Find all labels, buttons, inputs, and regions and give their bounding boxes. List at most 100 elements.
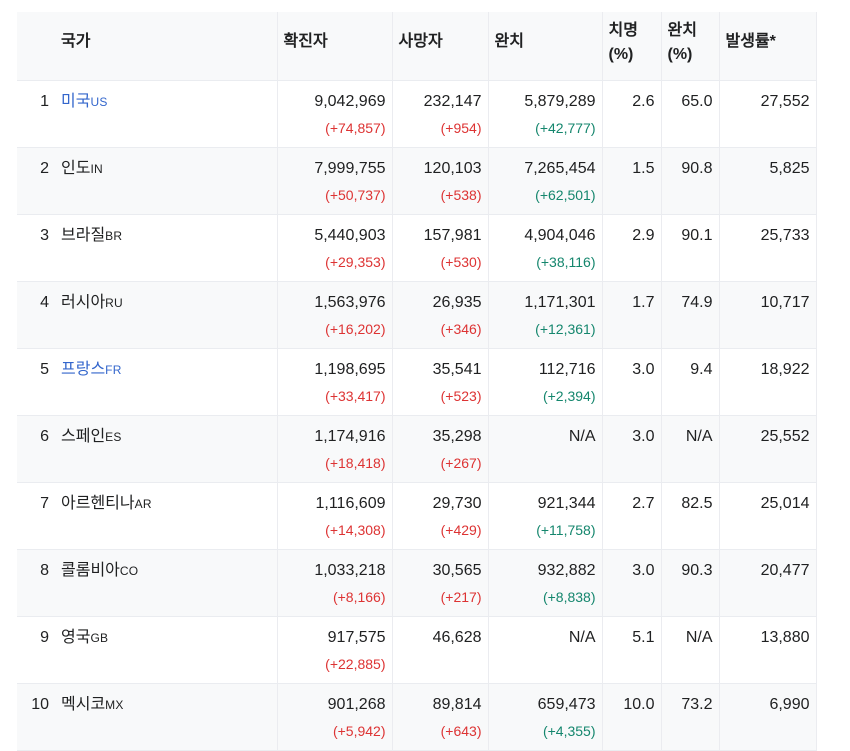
rank-cell: 5 [17, 348, 55, 416]
rank-cell: 4 [17, 281, 55, 349]
table-row: 4 러시아RU 1,563,976 (+16,202) 26,935 (+346) 1,17… [17, 281, 817, 349]
country-code: RU [105, 295, 123, 310]
country-name-text: 러시아 [61, 293, 106, 311]
recovered-value: 4,904,046 [524, 226, 596, 244]
confirmed-delta: (+5,942) [332, 722, 386, 739]
recovered-delta: (+8,838) [542, 588, 596, 605]
fatality-cell: 10.0 [602, 683, 662, 751]
deaths-cell: 89,814 (+643) [392, 683, 489, 751]
country-header: 국가 [55, 12, 278, 81]
deaths-delta: (+346) [440, 320, 482, 337]
confirmed-header: 확진자 [277, 12, 393, 81]
table-row: 8 콜롬비아CO 1,033,218 (+8,166) 30,565 (+217) 932,… [17, 549, 817, 617]
country-cell: 콜롬비아CO [55, 549, 278, 617]
confirmed-value: 1,116,609 [315, 494, 386, 512]
rank-header [17, 12, 55, 81]
fatality-cell: 1.5 [602, 147, 662, 215]
recovery-rate-header-line1: 완치 [667, 22, 697, 39]
country-link[interactable]: 프랑스FR [61, 361, 122, 378]
recovery-rate-header: 완치 (%) [661, 12, 720, 81]
incidence-cell: 13,880 [719, 616, 817, 684]
rank-cell: 7 [17, 482, 55, 550]
country-code: FR [105, 362, 122, 377]
deaths-value: 46,628 [432, 628, 482, 646]
confirmed-cell: 1,174,916 (+18,418) [277, 415, 393, 483]
confirmed-delta: (+14,308) [325, 521, 386, 538]
confirmed-value: 1,174,916 [314, 427, 386, 445]
incidence-cell: 27,552 [719, 80, 817, 148]
table-row: 6 스페인ES 1,174,916 (+18,418) 35,298 (+267) N/A 3… [17, 415, 817, 483]
fatality-header-line2: (%) [608, 46, 634, 63]
incidence-cell: 10,717 [719, 281, 817, 349]
country-cell: 러시아RU [55, 281, 278, 349]
confirmed-value: 1,563,976 [314, 293, 386, 311]
recovered-cell: 5,879,289 (+42,777) [488, 80, 603, 148]
country-name: 브라질BR [61, 227, 122, 244]
country-cell[interactable]: 프랑스FR [55, 348, 278, 416]
recovered-value: 659,473 [537, 695, 596, 713]
deaths-delta: (+643) [440, 722, 482, 739]
table-row: 2 인도IN 7,999,755 (+50,737) 120,103 (+538) 7,26… [17, 147, 817, 215]
country-code: US [90, 94, 108, 109]
country-cell: 아르헨티나AR [55, 482, 278, 550]
country-name-text: 미국 [61, 92, 91, 110]
deaths-delta: (+530) [440, 253, 482, 270]
country-code: MX [105, 697, 124, 712]
rank-cell: 10 [17, 683, 55, 751]
table-row: 3 브라질BR 5,440,903 (+29,353) 157,981 (+530) 4,9… [17, 214, 817, 282]
incidence-header: 발생률* [719, 12, 817, 81]
recovered-delta: (+2,394) [542, 387, 596, 404]
confirmed-value: 9,042,969 [314, 92, 386, 110]
country-code: AR [134, 496, 152, 511]
country-cell: 인도IN [55, 147, 278, 215]
incidence-cell: 20,477 [719, 549, 817, 617]
country-name-text: 인도 [61, 159, 91, 177]
deaths-cell: 46,628 [392, 616, 489, 684]
country-name: 멕시코MX [61, 696, 124, 713]
deaths-delta: (+267) [440, 454, 482, 471]
country-code: CO [119, 563, 139, 578]
country-cell[interactable]: 미국US [55, 80, 278, 148]
deaths-delta: (+429) [440, 521, 482, 538]
country-link[interactable]: 미국US [61, 93, 108, 110]
deaths-delta: (+523) [440, 387, 482, 404]
deaths-cell: 35,541 (+523) [392, 348, 489, 416]
deaths-value: 29,730 [432, 494, 482, 512]
incidence-cell: 6,990 [719, 683, 817, 751]
recovered-value: 7,265,454 [524, 159, 596, 177]
confirmed-value: 7,999,755 [314, 159, 386, 177]
deaths-delta: (+954) [440, 119, 482, 136]
incidence-cell: 5,825 [719, 147, 817, 215]
country-name: 아르헨티나AR [61, 495, 152, 512]
deaths-cell: 157,981 (+530) [392, 214, 489, 282]
recovery-rate-header-line2: (%) [667, 46, 693, 63]
country-name: 콜롬비아CO [61, 562, 138, 579]
recovery-rate-cell: 90.1 [661, 214, 720, 282]
recovered-delta: (+4,355) [542, 722, 596, 739]
confirmed-cell: 1,198,695 (+33,417) [277, 348, 393, 416]
confirmed-cell: 5,440,903 (+29,353) [277, 214, 393, 282]
rank-cell: 3 [17, 214, 55, 282]
confirmed-value: 1,033,218 [314, 561, 386, 579]
confirmed-value: 917,575 [327, 628, 386, 646]
confirmed-cell: 1,116,609 (+14,308) [277, 482, 393, 550]
incidence-cell: 25,733 [719, 214, 817, 282]
recovered-delta: (+38,116) [536, 253, 596, 270]
confirmed-delta: (+18,418) [325, 454, 386, 471]
confirmed-cell: 1,563,976 (+16,202) [277, 281, 393, 349]
fatality-cell: 1.7 [602, 281, 662, 349]
incidence-cell: 18,922 [719, 348, 817, 416]
deaths-cell: 29,730 (+429) [392, 482, 489, 550]
country-code: IN [90, 161, 103, 176]
recovery-rate-cell: 74.9 [661, 281, 720, 349]
rank-cell: 1 [17, 80, 55, 148]
country-code: BR [105, 228, 123, 243]
country-cell: 브라질BR [55, 214, 278, 282]
deaths-value: 232,147 [423, 92, 482, 110]
recovery-rate-cell: 82.5 [661, 482, 720, 550]
confirmed-value: 1,198,695 [314, 360, 386, 378]
table-header: 국가 확진자 사망자 완치 치명 (%) 완치 (%) 발생률* [17, 12, 817, 81]
country-cell: 멕시코MX [55, 683, 278, 751]
recovery-rate-cell: 90.8 [661, 147, 720, 215]
rank-cell: 8 [17, 549, 55, 617]
